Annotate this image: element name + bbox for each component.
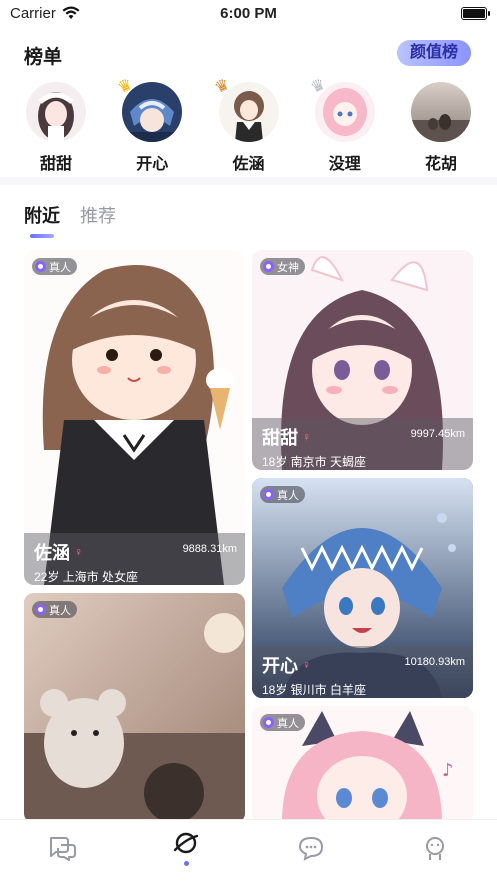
ranking-item[interactable]: 花胡 <box>409 82 473 174</box>
verified-icon <box>35 261 46 272</box>
tab-nearby[interactable]: 附近 <box>24 202 60 238</box>
card-meta: 22岁 上海市 处女座 <box>34 570 139 584</box>
verified-badge: 真人 <box>260 486 305 503</box>
ranking-item[interactable]: ♛ 佐涵 <box>212 76 281 174</box>
female-icon: ♀ <box>302 658 311 672</box>
ranking-item[interactable]: 甜甜 <box>24 82 88 174</box>
card-name: 甜甜 <box>262 428 298 448</box>
card-meta: 18岁 南京市 天蝎座 <box>262 455 367 469</box>
chat-bubbles-icon <box>50 836 77 861</box>
avatar <box>122 82 183 142</box>
verified-badge: 真人 <box>32 258 77 275</box>
card-info: 开心 ♀ 18岁 银川市 白羊座 10180.93km <box>252 646 473 698</box>
ranking-name: 开心 <box>136 156 169 173</box>
nav-chat-square[interactable] <box>37 828 87 868</box>
ranking-item[interactable]: ♛ 没理 <box>308 76 377 174</box>
card-meta: 18岁 银川市 白羊座 <box>262 683 367 697</box>
verified-badge: 真人 <box>260 714 305 731</box>
nav-messages[interactable] <box>286 828 336 868</box>
female-icon: ♀ <box>74 545 83 559</box>
card-distance: 9997.45km <box>410 428 465 440</box>
active-indicator <box>183 861 189 866</box>
ranking-name: 甜甜 <box>39 156 72 173</box>
nav-profile[interactable] <box>410 828 460 868</box>
planet-icon <box>174 832 199 854</box>
user-card[interactable]: 真人 佐涵 ♀ 22岁 上海市 处女座 9888.31km <box>24 250 245 585</box>
ranking-item[interactable]: ♛ 开心 <box>116 76 184 174</box>
tab-recommend[interactable]: 推荐 <box>80 202 116 238</box>
avatar <box>314 82 375 142</box>
status-bar: Carrier 6:00 PM <box>0 0 497 26</box>
avatar <box>218 82 279 142</box>
bottom-nav <box>0 819 497 883</box>
card-distance: 10180.93km <box>404 656 465 668</box>
ranking-section: 榜单 颜值榜 甜甜 ♛ 开心 ♛ 佐涵 ♛ 没理 花胡 <box>0 30 497 185</box>
battery-icon <box>461 6 490 20</box>
female-icon: ♀ <box>302 430 311 444</box>
user-card[interactable]: 真人 开心 ♀ 18岁 银川市 白羊座 10180.93km <box>252 478 473 698</box>
verified-icon <box>263 489 274 500</box>
ranking-name: 没理 <box>328 156 361 173</box>
user-card[interactable]: 真人 <box>24 593 245 823</box>
feed-tabs: 附近 推荐 <box>24 202 116 238</box>
carrier-label: Carrier <box>10 4 56 22</box>
verified-icon <box>263 717 274 728</box>
card-info: 佐涵 ♀ 22岁 上海市 处女座 9888.31km <box>24 533 245 585</box>
verified-icon <box>35 604 46 615</box>
user-card[interactable]: 女神 甜甜 ♀ 18岁 南京市 天蝎座 9997.45km <box>252 250 473 470</box>
nav-discover[interactable] <box>161 828 211 868</box>
verified-icon <box>263 261 274 272</box>
clock: 6:00 PM <box>220 4 277 22</box>
message-icon <box>298 836 323 861</box>
profile-icon <box>425 836 444 860</box>
user-card[interactable]: ♪ 真人 <box>252 706 473 823</box>
card-name: 佐涵 <box>34 543 70 563</box>
verified-badge: 真人 <box>32 601 77 618</box>
card-name: 开心 <box>262 656 298 676</box>
card-distance: 9888.31km <box>182 543 237 555</box>
ranking-name: 佐涵 <box>232 156 265 173</box>
wifi-icon <box>62 6 80 19</box>
goddess-badge: 女神 <box>260 258 305 275</box>
card-photo <box>24 593 245 823</box>
svg-text:♪: ♪ <box>442 760 454 781</box>
card-info: 甜甜 ♀ 18岁 南京市 天蝎座 9997.45km <box>252 418 473 470</box>
ranking-list: 甜甜 ♛ 开心 ♛ 佐涵 ♛ 没理 花胡 <box>0 76 497 174</box>
avatar <box>26 82 86 142</box>
avatar <box>411 82 471 142</box>
ranking-title: 榜单 <box>24 47 63 68</box>
ranking-name: 花胡 <box>424 156 457 173</box>
beauty-rank-button[interactable]: 颜值榜 <box>397 40 471 66</box>
